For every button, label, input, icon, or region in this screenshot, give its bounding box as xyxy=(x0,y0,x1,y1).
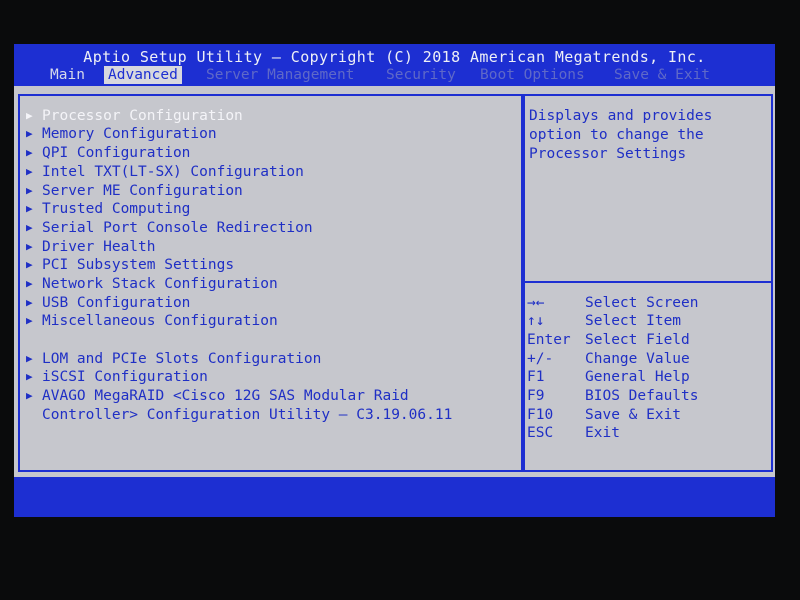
menu-item-avago-megaraid[interactable]: ▶ AVAGO MegaRAID <Cisco 12G SAS Modular R… xyxy=(26,387,409,405)
menu-item-label: PCI Subsystem Settings xyxy=(42,257,235,273)
help-text-line: option to change the xyxy=(529,127,704,143)
submenu-arrow-icon: ▶ xyxy=(26,165,33,178)
menu-item-label: Memory Configuration xyxy=(42,126,217,142)
menu-item-label: Intel TXT(LT-SX) Configuration xyxy=(42,164,304,180)
submenu-arrow-icon: ▶ xyxy=(26,202,33,215)
submenu-arrow-icon: ▶ xyxy=(26,109,33,122)
menu-item-network-stack-configuration[interactable]: ▶ Network Stack Configuration xyxy=(26,275,278,293)
submenu-arrow-icon: ▶ xyxy=(26,258,33,271)
menu-item-label: Driver Health xyxy=(42,239,156,255)
menu-item-label: Network Stack Configuration xyxy=(42,276,278,292)
tab-security[interactable]: Security xyxy=(382,66,460,84)
menu-item-trusted-computing[interactable]: ▶ Trusted Computing xyxy=(26,200,190,218)
key-name: F9 xyxy=(527,388,545,404)
key-hint-desc: Select Item xyxy=(585,313,682,329)
menu-item-intel-txt-configuration[interactable]: ▶ Intel TXT(LT-SX) Configuration xyxy=(26,163,304,181)
submenu-arrow-icon: ▶ xyxy=(26,314,33,327)
submenu-arrow-icon: ▶ xyxy=(26,277,33,290)
left-right-arrows-icon: →← xyxy=(527,295,545,311)
bios-title: Aptio Setup Utility – Copyright (C) 2018… xyxy=(83,48,706,66)
tab-main[interactable]: Main xyxy=(46,66,89,84)
menu-item-lom-pcie-slots-configuration[interactable]: ▶ LOM and PCIe Slots Configuration xyxy=(26,350,321,368)
bios-footer-bar xyxy=(14,477,775,517)
menu-item-pci-subsystem-settings[interactable]: ▶ PCI Subsystem Settings xyxy=(26,256,234,274)
key-hint-desc: Exit xyxy=(585,425,620,441)
menu-item-label: Server ME Configuration xyxy=(42,183,243,199)
key-name: ESC xyxy=(527,425,554,441)
key-name: F10 xyxy=(527,407,554,423)
help-panel: Displays and provides option to change t… xyxy=(521,94,773,472)
key-name: +/- xyxy=(527,351,554,367)
submenu-arrow-icon: ▶ xyxy=(26,240,33,253)
menu-item-label: LOM and PCIe Slots Configuration xyxy=(42,351,322,367)
menu-item-label: AVAGO MegaRAID <Cisco 12G SAS Modular Ra… xyxy=(42,388,409,404)
submenu-arrow-icon: ▶ xyxy=(26,370,33,383)
key-name: F1 xyxy=(527,369,545,385)
menu-item-label: USB Configuration xyxy=(42,295,191,311)
tab-advanced[interactable]: Advanced xyxy=(104,66,182,84)
submenu-arrow-icon: ▶ xyxy=(26,146,33,159)
menu-item-server-me-configuration[interactable]: ▶ Server ME Configuration xyxy=(26,182,243,200)
menu-item-driver-health[interactable]: ▶ Driver Health xyxy=(26,238,156,256)
help-text-line: Processor Settings xyxy=(529,146,687,162)
menu-item-miscellaneous-configuration[interactable]: ▶ Miscellaneous Configuration xyxy=(26,312,278,330)
key-hint-desc: General Help xyxy=(585,369,690,385)
key-hint-desc: BIOS Defaults xyxy=(585,388,699,404)
menu-panel: ▶ Processor Configuration ▶ Memory Configu… xyxy=(18,94,525,472)
menu-item-serial-port-console-redirection[interactable]: ▶ Serial Port Console Redirection xyxy=(26,219,313,237)
tab-boot-options[interactable]: Boot Options xyxy=(476,66,589,84)
key-name: Enter xyxy=(527,332,571,348)
menu-item-label: QPI Configuration xyxy=(42,145,191,161)
menu-item-avago-megaraid-continuation[interactable]: Controller> Configuration Utility – C3.1… xyxy=(42,406,452,424)
key-hint-desc: Change Value xyxy=(585,351,690,367)
submenu-arrow-icon: ▶ xyxy=(26,296,33,309)
menu-item-label: iSCSI Configuration xyxy=(42,369,208,385)
tab-save-exit[interactable]: Save & Exit xyxy=(610,66,714,84)
key-hint-desc: Select Screen xyxy=(585,295,699,311)
menu-item-label: Processor Configuration xyxy=(42,108,243,124)
menu-item-label: Miscellaneous Configuration xyxy=(42,313,278,329)
menu-item-qpi-configuration[interactable]: ▶ QPI Configuration xyxy=(26,144,190,162)
help-text-line: Displays and provides xyxy=(529,108,713,124)
menu-item-processor-configuration[interactable]: ▶ Processor Configuration xyxy=(26,107,243,125)
submenu-arrow-icon: ▶ xyxy=(26,389,33,402)
help-divider xyxy=(523,281,771,283)
menu-item-label: Trusted Computing xyxy=(42,201,191,217)
submenu-arrow-icon: ▶ xyxy=(26,352,33,365)
menu-item-memory-configuration[interactable]: ▶ Memory Configuration xyxy=(26,125,217,143)
tab-server-management[interactable]: Server Management xyxy=(202,66,358,84)
bios-screen: Aptio Setup Utility – Copyright (C) 2018… xyxy=(14,44,775,517)
menu-item-usb-configuration[interactable]: ▶ USB Configuration xyxy=(26,294,190,312)
up-down-arrows-icon: ↑↓ xyxy=(527,313,545,329)
menu-item-label: Serial Port Console Redirection xyxy=(42,220,313,236)
key-hint-desc: Save & Exit xyxy=(585,407,682,423)
submenu-arrow-icon: ▶ xyxy=(26,221,33,234)
bios-header: Aptio Setup Utility – Copyright (C) 2018… xyxy=(14,44,775,86)
menu-item-iscsi-configuration[interactable]: ▶ iSCSI Configuration xyxy=(26,368,208,386)
key-hint-desc: Select Field xyxy=(585,332,690,348)
submenu-arrow-icon: ▶ xyxy=(26,127,33,140)
submenu-arrow-icon: ▶ xyxy=(26,184,33,197)
